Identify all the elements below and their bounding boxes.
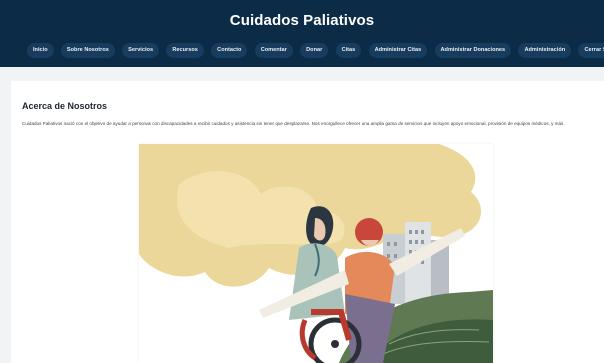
nav-contacto[interactable]: Contacto xyxy=(211,42,248,58)
about-title: Acerca de Nosotros xyxy=(22,101,108,111)
nav-cerrar-sesion[interactable]: Cerrar Sesión xyxy=(578,42,604,58)
nav-servicios[interactable]: Servicios xyxy=(122,42,160,58)
nav-sobre-nosotros[interactable]: Sobre Nosotros xyxy=(60,42,115,58)
site-title: Cuidados Paliativos xyxy=(229,12,375,29)
nav-recursos[interactable]: Recursos xyxy=(166,42,204,58)
nav-comentar[interactable]: Comentar xyxy=(254,42,293,58)
about-text: Cuidados Paliativos nació con el objetiv… xyxy=(22,121,565,126)
nav-administracion[interactable]: Administración xyxy=(518,42,572,58)
main-nav: Inicio Sobre Nosotros Servicios Recursos… xyxy=(27,42,604,58)
about-section: Acerca de Nosotros Cuidados Paliativos n… xyxy=(11,81,604,363)
nav-administrar-citas[interactable]: Administrar Citas xyxy=(368,42,428,58)
site-header: Cuidados Paliativos Inicio Sobre Nosotro… xyxy=(0,0,604,67)
nav-inicio[interactable]: Inicio xyxy=(27,42,54,58)
caregiver-illustration-art xyxy=(139,144,493,363)
nav-citas[interactable]: Citas xyxy=(335,42,362,58)
caregiver-illustration xyxy=(139,144,493,363)
nav-donar[interactable]: Donar xyxy=(300,42,329,58)
nav-administrar-donaciones[interactable]: Administrar Donaciones xyxy=(434,42,512,58)
